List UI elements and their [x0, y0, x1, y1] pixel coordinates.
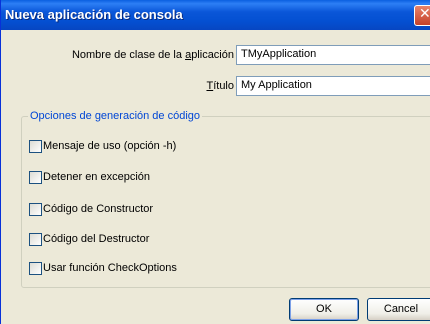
cancel-button[interactable]: Cancel	[367, 298, 430, 321]
destructor-code-checkbox[interactable]	[29, 233, 42, 246]
class-name-label: Nombre de clase de la aplicación	[71, 49, 234, 61]
usage-message-checkbox[interactable]	[29, 140, 42, 153]
destructor-code-label: Código del Destructor	[43, 233, 150, 245]
group-legend: Opciones de generación de código	[28, 110, 203, 122]
stop-on-exception-label: Detener en excepción	[43, 171, 151, 183]
dialog-window: Nueva aplicación de consola ✕ Nombre de …	[0, 0, 430, 324]
close-icon: ✕	[419, 6, 430, 22]
title-label: Título	[206, 80, 234, 92]
constructor-code-checkbox[interactable]	[29, 203, 42, 216]
checkoptions-label: Usar función CheckOptions	[43, 262, 177, 274]
close-button[interactable]: ✕	[414, 5, 430, 26]
checkoptions-checkbox[interactable]	[29, 262, 42, 275]
usage-message-label: Mensaje de uso (opción -h)	[43, 140, 177, 152]
window-title: Nueva aplicación de consola	[5, 7, 183, 22]
class-name-input[interactable]: TMyApplication	[236, 45, 430, 65]
title-bar[interactable]: Nueva aplicación de consola ✕	[1, 0, 430, 30]
ok-button[interactable]: OK	[289, 298, 359, 321]
title-input[interactable]: My Application	[236, 76, 430, 96]
stop-on-exception-checkbox[interactable]	[29, 171, 42, 184]
constructor-code-label: Código de Constructor	[43, 203, 154, 215]
